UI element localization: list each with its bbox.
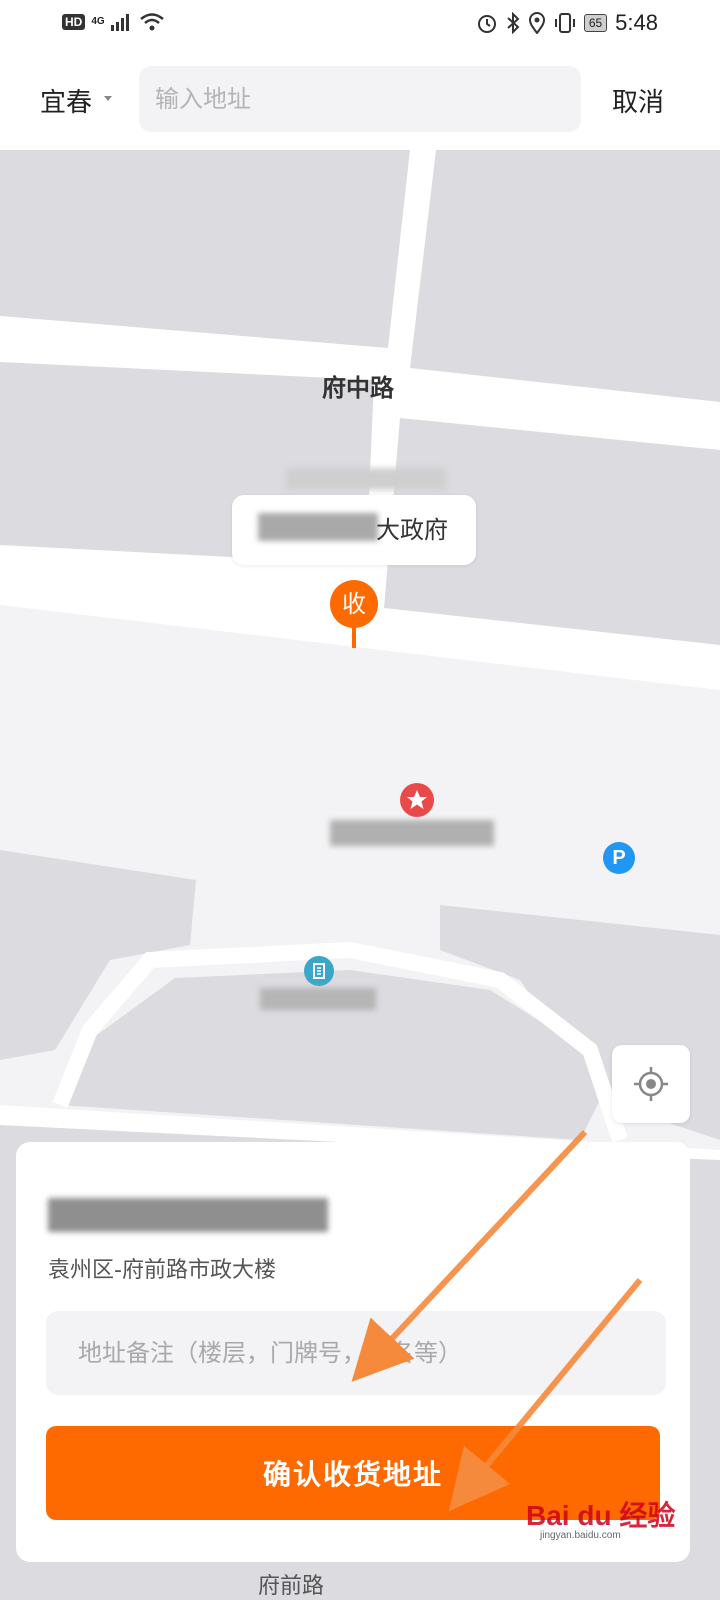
selected-place-address: 袁州区-府前路市政大楼 <box>48 1258 276 1283</box>
star-poi-icon[interactable] <box>400 783 434 817</box>
cancel-button[interactable]: 取消 <box>612 82 664 119</box>
watermark-brand: Bai du 经验 <box>526 1500 676 1531</box>
map-block <box>0 150 410 348</box>
delivery-marker[interactable]: 收 <box>330 580 378 628</box>
hd-icon: HD <box>62 14 86 30</box>
blurred-poi-label <box>330 820 494 846</box>
marker-stem <box>352 626 356 648</box>
clock: 5:48 <box>615 10 658 35</box>
wifi-icon <box>139 13 164 31</box>
building-icon <box>313 963 325 979</box>
blurred-place-label <box>286 468 446 490</box>
bluetooth-icon <box>507 12 520 34</box>
address-search-input[interactable] <box>139 66 581 132</box>
building-poi-icon[interactable] <box>304 956 334 986</box>
callout-title: 大政府 <box>376 516 448 544</box>
locate-me-button[interactable] <box>612 1045 690 1123</box>
parking-icon[interactable]: P <box>603 842 635 874</box>
signal-icon <box>110 14 129 31</box>
status-right: 65 5:48 <box>476 10 658 36</box>
battery-icon: 65 <box>583 14 608 32</box>
vibrate-icon <box>554 13 575 33</box>
watermark-url: jingyan.baidu.com <box>540 1530 621 1541</box>
star-icon <box>407 790 427 809</box>
status-left: HD 4G <box>62 12 165 32</box>
blurred-building-label <box>260 988 376 1010</box>
crosshair-icon <box>634 1067 668 1101</box>
alarm-icon <box>477 15 496 33</box>
header-bar: 宜春 取消 <box>0 48 720 150</box>
blurred-callout-text <box>258 513 378 541</box>
map-block <box>410 150 720 402</box>
selected-place-name <box>48 1190 328 1240</box>
baidu-jingyan-watermark: Bai du 经验 jingyan.baidu.com <box>526 1494 676 1541</box>
address-note-input[interactable] <box>46 1311 666 1395</box>
caret-down-icon[interactable] <box>104 96 112 101</box>
bottom-road-label: 府前路 <box>258 1574 325 1599</box>
location-icon <box>528 12 545 34</box>
road-label: 府中路 <box>322 374 394 402</box>
network-type: 4G <box>91 16 105 27</box>
status-bar: HD 4G 65 5:48 <box>0 0 720 48</box>
city-selector[interactable]: 宜春 <box>40 82 92 119</box>
blurred-place-name <box>48 1198 328 1232</box>
